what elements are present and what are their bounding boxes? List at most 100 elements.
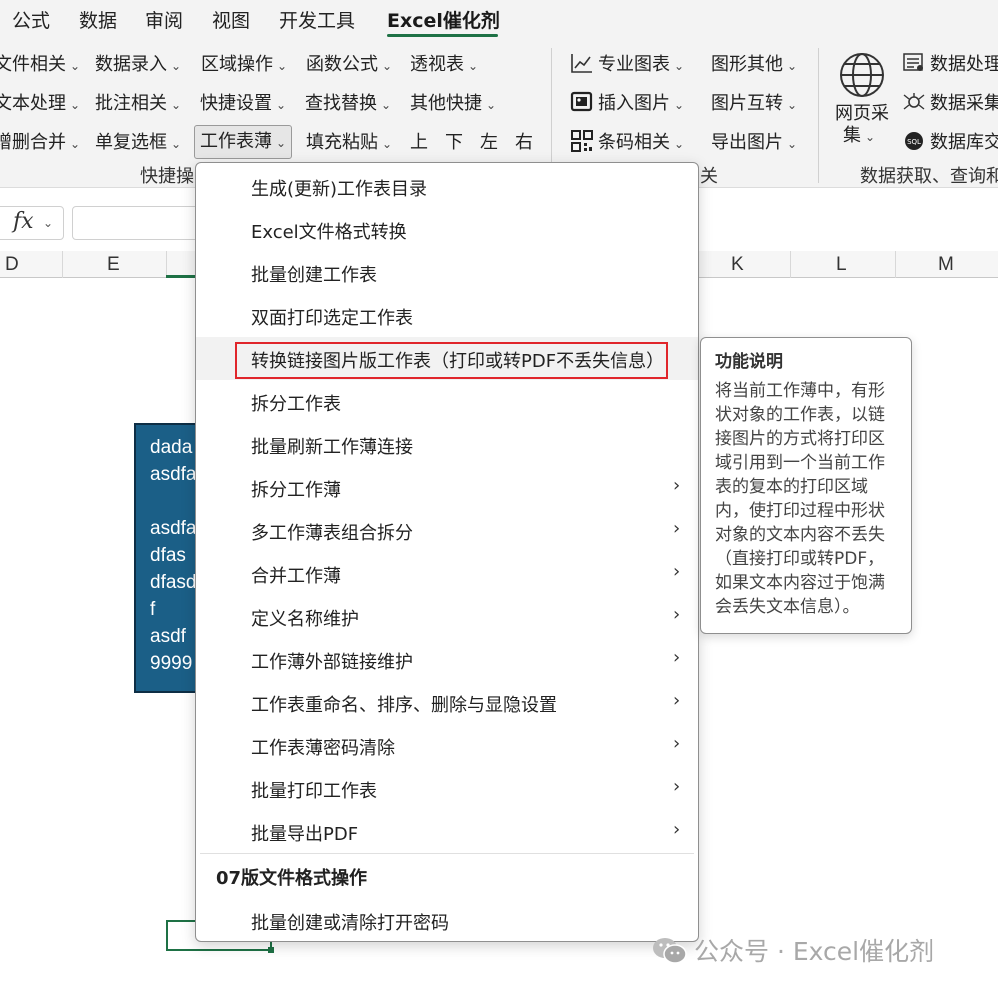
- chevron-down-icon: ⌄: [171, 98, 182, 112]
- menu-item[interactable]: 批量创建或清除打开密码: [196, 899, 698, 942]
- chevron-down-icon: ⌄: [277, 59, 288, 73]
- chevron-down-icon: ⌄: [787, 98, 798, 112]
- chevron-down-icon: ⌄: [468, 59, 479, 73]
- tab-view[interactable]: 视图: [212, 6, 250, 33]
- text-processing-button[interactable]: 文本处理 ⌄: [0, 88, 80, 120]
- tooltip-line: 如果文本内容过于饱满: [715, 573, 885, 593]
- group-label-quick-ops: 快捷操: [140, 166, 194, 187]
- functions-button[interactable]: 函数公式 ⌄: [306, 49, 392, 81]
- chevron-down-icon: ⌄: [70, 137, 81, 151]
- menu-item[interactable]: 工作薄外部链接维护 ›: [196, 638, 698, 681]
- quick-settings-button[interactable]: 快捷设置 ⌄: [200, 88, 286, 120]
- chevron-down-icon: ⌄: [276, 98, 287, 112]
- chevron-down-icon: ⌄: [70, 98, 81, 112]
- formula-input[interactable]: [72, 206, 212, 240]
- menu-item[interactable]: 生成(更新)工作表目录: [196, 165, 698, 208]
- chevron-right-icon: ›: [673, 647, 681, 668]
- line-chart-icon: [571, 54, 592, 73]
- tooltip-line: 域引用到一个当前工作: [715, 453, 885, 473]
- fill-down-button[interactable]: 下: [445, 127, 463, 159]
- menu-item[interactable]: 多工作薄表组合拆分 ›: [196, 509, 698, 552]
- range-ops-button[interactable]: 区域操作 ⌄: [201, 49, 287, 81]
- menu-item[interactable]: 工作表薄密码清除 ›: [196, 724, 698, 767]
- pivot-table-button[interactable]: 透视表 ⌄: [410, 49, 478, 81]
- fill-up-button[interactable]: 上: [410, 127, 428, 159]
- shapes-other-button[interactable]: 图形其他 ⌄: [711, 49, 797, 81]
- other-shortcuts-button[interactable]: 其他快捷 ⌄: [410, 88, 496, 120]
- menu-item[interactable]: 拆分工作薄 ›: [196, 466, 698, 509]
- database-icon: SQL: [905, 132, 923, 150]
- chevron-right-icon: ›: [673, 561, 681, 582]
- chevron-down-icon: ⌄: [70, 59, 81, 73]
- column-divider: [790, 251, 791, 278]
- menu-item-highlighted[interactable]: 转换链接图片版工作表（打印或转PDF不丢失信息）: [196, 337, 698, 380]
- picture-convert-button[interactable]: 图片互转 ⌄: [711, 88, 797, 120]
- worksheet-workbook-button[interactable]: 工作表薄 ⌄: [194, 125, 293, 159]
- fill-paste-button[interactable]: 填充粘贴 ⌄: [306, 127, 392, 159]
- fill-handle[interactable]: [268, 947, 274, 953]
- menu-item[interactable]: 工作表重命名、排序、删除与显隐设置 ›: [196, 681, 698, 724]
- tooltip-title: 功能说明: [715, 352, 783, 372]
- chevron-down-icon: ⌄: [381, 98, 392, 112]
- pro-charts-button[interactable]: 专业图表 ⌄: [570, 49, 684, 81]
- watermark: 公众号 · Excel催化剂: [652, 932, 934, 968]
- wechat-icon: [653, 938, 687, 964]
- tab-review[interactable]: 审阅: [145, 6, 183, 33]
- barcode-button[interactable]: 条码相关 ⌄: [570, 127, 684, 159]
- find-replace-button[interactable]: 查找替换 ⌄: [305, 88, 391, 120]
- column-header-e[interactable]: E: [107, 254, 120, 276]
- menu-section-header: 07版文件格式操作: [216, 868, 368, 889]
- fill-right-button[interactable]: 右: [515, 127, 533, 159]
- data-entry-button[interactable]: 数据录入 ⌄: [95, 49, 181, 81]
- menu-item[interactable]: 定义名称维护 ›: [196, 595, 698, 638]
- tab-developer[interactable]: 开发工具: [279, 6, 355, 33]
- comments-button[interactable]: 批注相关 ⌄: [95, 88, 181, 120]
- file-related-button[interactable]: 文件相关 ⌄: [0, 49, 80, 81]
- tab-excel-catalyst[interactable]: Excel催化剂: [387, 6, 500, 33]
- export-picture-button[interactable]: 导出图片 ⌄: [711, 127, 797, 159]
- data-processing-button[interactable]: 数据处理: [902, 49, 998, 81]
- fill-left-button[interactable]: 左: [480, 127, 498, 159]
- picture-icon: [570, 91, 593, 112]
- tooltip-line: 内，使打印过程中形状: [715, 501, 885, 521]
- active-tab-indicator: [387, 34, 498, 37]
- fx-icon: fx: [13, 209, 34, 234]
- column-header-d[interactable]: D: [5, 254, 19, 276]
- tooltip-body: 将当前工作薄中，有形 状对象的工作表，以链 接图片的方式将打印区 域引用到一个当…: [715, 379, 897, 619]
- menu-item[interactable]: 合并工作薄 ›: [196, 552, 698, 595]
- web-collect-label[interactable]: 网页采: [835, 102, 889, 126]
- tooltip-line: 表的复本的打印区域: [715, 477, 868, 497]
- chevron-down-icon: ⌄: [787, 59, 798, 73]
- function-button[interactable]: fx ⌄: [0, 206, 64, 240]
- menu-divider: [200, 853, 694, 854]
- column-header-l[interactable]: L: [836, 254, 847, 276]
- highlight-annotation-box: [235, 342, 668, 379]
- tab-data[interactable]: 数据: [79, 6, 117, 33]
- checkbox-button[interactable]: 单复选框 ⌄: [95, 127, 181, 159]
- menu-item[interactable]: 批量创建工作表: [196, 251, 698, 294]
- column-header-m[interactable]: M: [938, 254, 954, 276]
- ribbon-tab-bar: 公式 数据 审阅 视图 开发工具 Excel催化剂: [0, 0, 998, 40]
- add-delete-merge-button[interactable]: 增删合并 ⌄: [0, 127, 80, 159]
- column-divider: [62, 251, 63, 278]
- menu-item[interactable]: 批量刷新工作薄连接: [196, 423, 698, 466]
- column-divider: [895, 251, 896, 278]
- menu-item[interactable]: Excel文件格式转换: [196, 208, 698, 251]
- insert-picture-button[interactable]: 插入图片 ⌄: [570, 88, 684, 120]
- chevron-right-icon: ›: [673, 518, 681, 539]
- qr-code-icon: [571, 130, 593, 152]
- data-collect-button[interactable]: 数据采集: [902, 88, 998, 120]
- chevron-right-icon: ›: [673, 604, 681, 625]
- data-tool-icon: [903, 53, 923, 71]
- tab-formulas[interactable]: 公式: [12, 6, 50, 33]
- menu-item[interactable]: 批量打印工作表 ›: [196, 767, 698, 810]
- database-button[interactable]: SQL 数据库交: [902, 127, 998, 159]
- menu-item[interactable]: 双面打印选定工作表: [196, 294, 698, 337]
- chevron-right-icon: ›: [673, 819, 681, 840]
- menu-item[interactable]: 批量导出PDF ›: [196, 810, 698, 853]
- column-header-k[interactable]: K: [731, 254, 744, 276]
- menu-item[interactable]: 拆分工作表: [196, 380, 698, 423]
- group-divider: [818, 48, 819, 183]
- web-collect-button[interactable]: 集 ⌄: [843, 124, 875, 148]
- chevron-right-icon: ›: [673, 475, 681, 496]
